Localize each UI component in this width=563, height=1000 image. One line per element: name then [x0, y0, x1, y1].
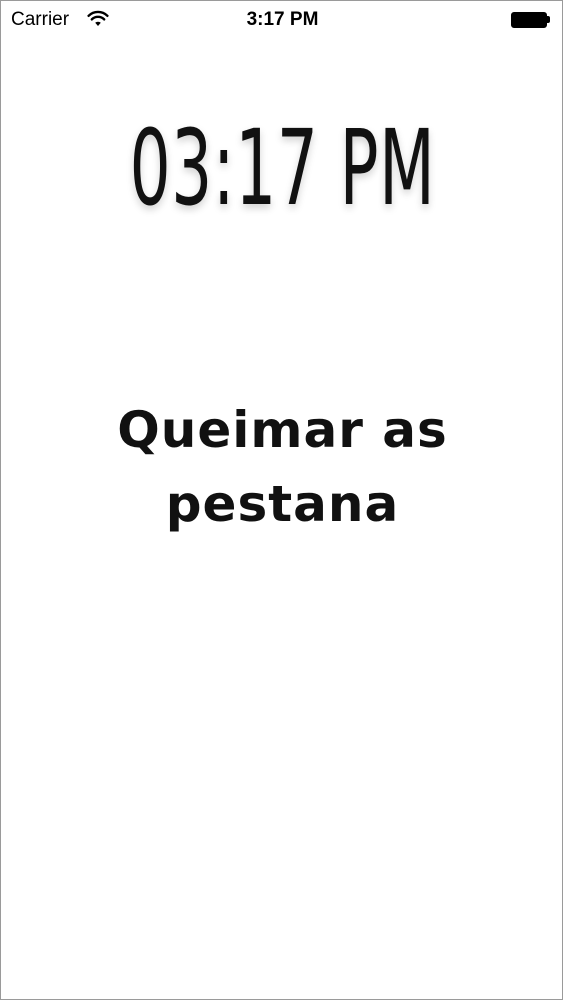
- app-screen: Carrier 3:17 PM 03:17 PM Queimar as pest…: [0, 0, 563, 1000]
- status-bar: Carrier 3:17 PM: [1, 1, 563, 39]
- battery-icon: [511, 12, 550, 28]
- clock-display: 03:17 PM: [129, 107, 436, 229]
- status-time: 3:17 PM: [246, 9, 319, 30]
- message-text: Queimar as pestana: [117, 401, 448, 533]
